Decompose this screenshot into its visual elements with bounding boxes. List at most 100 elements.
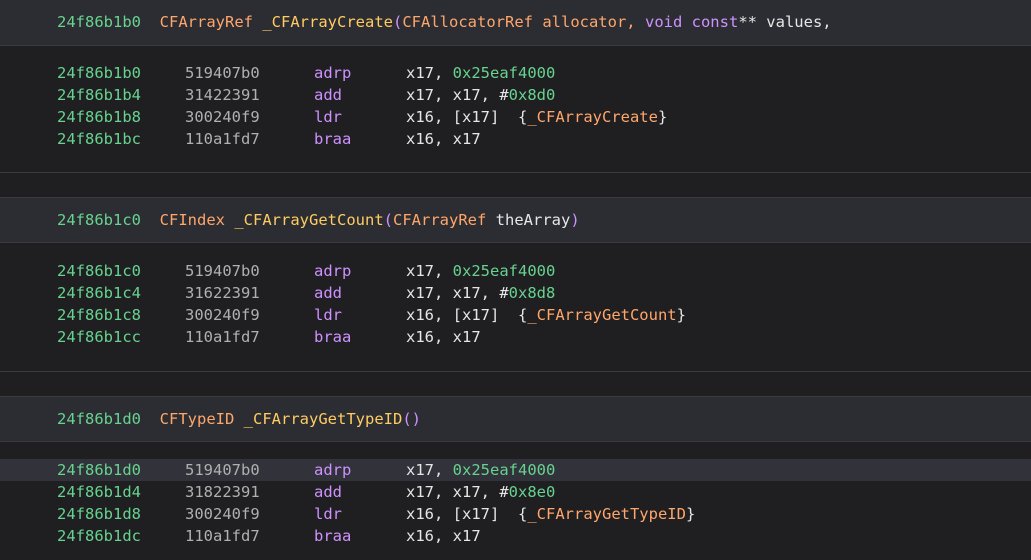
instruction-bytes: 519407b0 [185,461,260,479]
operand-symbol[interactable]: _CFArrayGetCount [527,306,676,324]
instruction-row-selected[interactable]: 24f86b1d0 519407b0 adrp x17, 0x25eaf4000 [0,459,1031,481]
instruction-mnemonic: braa [314,328,352,346]
instruction-bytes: 31622391 [185,284,260,302]
operand-registers: x17, [406,64,453,82]
instruction-address: 24f86b1d0 [57,461,141,479]
instruction-address: 24f86b1c0 [57,262,141,280]
instruction-operands: x17, x17, #0x8d8 [406,282,555,304]
empty-parens: () [402,410,421,428]
operand-registers: x16, x17 [406,527,481,545]
instruction-mnemonic: add [314,86,342,104]
operand-immediate[interactable]: 0x8e0 [509,483,556,501]
instruction-bytes: 31422391 [185,86,260,104]
close-brace: } [657,108,668,126]
instruction-row[interactable]: 24f86b1bc 110a1fd7 braa x16, x17 [0,128,1031,150]
instruction-operands: x16, [x17] {_CFArrayGetTypeID} [406,503,695,525]
function-name[interactable]: _CFArrayGetCount [234,211,383,229]
function-signature: 24f86b1b0 CFArrayRef _CFArrayCreate(CFAl… [57,12,832,32]
instruction-address: 24f86b1b8 [57,108,141,126]
instruction-mnemonic: braa [314,527,352,545]
instruction-mnemonic: adrp [314,461,352,479]
function-name[interactable]: _CFArrayCreate [262,13,393,31]
instruction-operands: x16, x17 [406,525,481,547]
divider [0,172,1031,173]
operand-immediate[interactable]: 0x25eaf4000 [453,262,556,280]
instruction-address: 24f86b1c4 [57,284,141,302]
instruction-row[interactable]: 24f86b1b4 31422391 add x17, x17, #0x8d0 [0,84,1031,106]
instruction-mnemonic: ldr [314,505,342,523]
operand-registers: x17, x17, # [406,483,509,501]
instruction-row[interactable]: 24f86b1cc 110a1fd7 braa x16, x17 [0,326,1031,348]
instruction-mnemonic: ldr [314,108,342,126]
close-brace: } [676,306,686,324]
instruction-row[interactable]: 24f86b1dc 110a1fd7 braa x16, x17 [0,525,1031,547]
operand-immediate[interactable]: 0x25eaf4000 [453,461,556,479]
close-paren: ) [570,211,580,229]
operand-registers: x17, [406,461,453,479]
instruction-bytes: 31822391 [185,483,260,501]
instruction-address: 24f86b1b0 [57,64,141,82]
open-paren: ( [393,13,403,31]
instruction-bytes: 300240f9 [185,306,260,324]
operand-registers: x17, x17, # [406,284,509,302]
instruction-row[interactable]: 24f86b1d4 31822391 add x17, x17, #0x8e0 [0,481,1031,503]
instruction-mnemonic: add [314,483,342,501]
operand-registers: x17, [406,262,453,280]
instruction-operands: x16, [x17] {_CFArrayCreate} [406,106,667,128]
return-type[interactable]: CFArrayRef [160,13,253,31]
operand-symbol[interactable]: _CFArrayGetTypeID [527,505,686,523]
function-header-cfarraycreate[interactable]: 24f86b1b0 CFArrayRef _CFArrayCreate(CFAl… [0,0,1031,46]
operand-immediate[interactable]: 0x8d8 [509,284,556,302]
instruction-operands: x16, [x17] {_CFArrayGetCount} [406,304,686,326]
instruction-address: 24f86b1cc [57,328,141,346]
instruction-operands: x17, 0x25eaf4000 [406,62,555,84]
instruction-operands: x17, 0x25eaf4000 [406,260,555,282]
return-type[interactable]: CFTypeID [160,410,235,428]
instruction-address: 24f86b1d4 [57,483,141,501]
instruction-mnemonic: ldr [314,306,342,324]
instruction-address: 24f86b1b4 [57,86,141,104]
instruction-bytes: 519407b0 [185,262,260,280]
param-keyword: void const [644,13,739,31]
return-type[interactable]: CFIndex [160,211,225,229]
function-header-cfarraygettypeid[interactable]: 24f86b1d0 CFTypeID _CFArrayGetTypeID() [0,396,1031,442]
operand-registers: x16, [x17] { [406,306,528,324]
instruction-operands: x16, x17 [406,128,481,150]
instruction-address: 24f86b1c8 [57,306,141,324]
function-name[interactable]: _CFArrayGetTypeID [244,410,403,428]
instruction-row[interactable]: 24f86b1c8 300240f9 ldr x16, [x17] {_CFAr… [0,304,1031,326]
close-brace: } [685,505,696,523]
operand-registers: x16, [x17] { [406,505,528,523]
operand-registers: x17, x17, # [406,86,509,104]
instruction-address: 24f86b1dc [57,527,141,545]
function-header-cfarraygetcount[interactable]: 24f86b1c0 CFIndex _CFArrayGetCount(CFArr… [0,197,1031,243]
param-type[interactable]: CFArrayRef [393,211,486,229]
operand-immediate[interactable]: 0x25eaf4000 [453,64,556,82]
instruction-mnemonic: adrp [314,64,352,82]
instruction-address: 24f86b1bc [57,130,141,148]
instruction-mnemonic: adrp [314,262,352,280]
instruction-bytes: 519407b0 [185,64,260,82]
divider [0,371,1031,372]
instruction-row[interactable]: 24f86b1c4 31622391 add x17, x17, #0x8d8 [0,282,1031,304]
operand-immediate[interactable]: 0x8d0 [509,86,556,104]
operand-symbol[interactable]: _CFArrayCreate [527,108,658,126]
instruction-row[interactable]: 24f86b1d8 300240f9 ldr x16, [x17] {_CFAr… [0,503,1031,525]
operand-registers: x16, x17 [406,130,481,148]
open-paren: ( [383,211,393,229]
instruction-bytes: 110a1fd7 [185,328,260,346]
instruction-operands: x16, x17 [406,326,481,348]
operand-registers: x16, [x17] { [406,108,528,126]
instruction-bytes: 300240f9 [185,505,260,523]
instruction-row[interactable]: 24f86b1c0 519407b0 adrp x17, 0x25eaf4000 [0,260,1031,282]
function-signature: 24f86b1d0 CFTypeID _CFArrayGetTypeID() [57,409,421,429]
param-text-tail: ** values, [738,13,832,31]
instruction-operands: x17, x17, #0x8e0 [406,481,555,503]
disassembly-view[interactable]: 24f86b1b0 CFArrayRef _CFArrayCreate(CFAl… [0,0,1031,560]
param-text: CFAllocatorRef allocator, [402,13,645,31]
instruction-operands: x17, x17, #0x8d0 [406,84,555,106]
instruction-address: 24f86b1d8 [57,505,141,523]
instruction-row[interactable]: 24f86b1b0 519407b0 adrp x17, 0x25eaf4000 [0,62,1031,84]
function-address: 24f86b1c0 [57,211,141,229]
instruction-row[interactable]: 24f86b1b8 300240f9 ldr x16, [x17] {_CFAr… [0,106,1031,128]
